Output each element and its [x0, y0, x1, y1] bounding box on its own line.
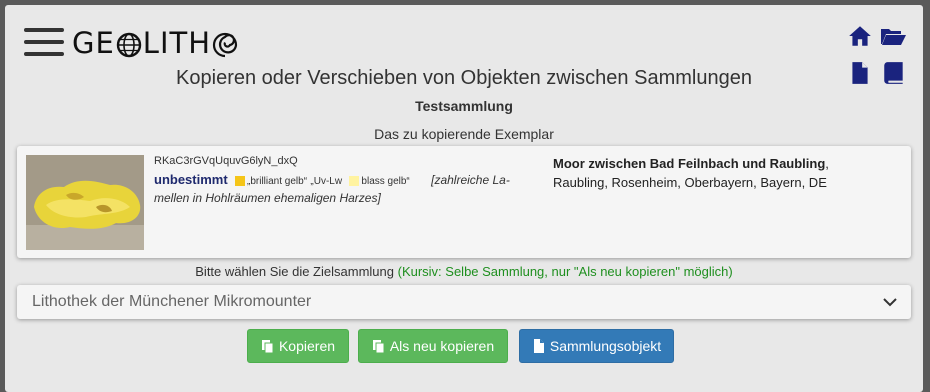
ammonite-icon [212, 30, 238, 58]
geolitho-logo[interactable]: GE LITH [72, 25, 239, 61]
color-label: blass gelb“ [361, 176, 410, 187]
specimen-id: RKaC3rGVqUquvG6lyN_dxQ [154, 155, 298, 167]
uv-label: „Uv-Lw [310, 176, 343, 187]
copy-icon [372, 339, 385, 353]
copy-icon [261, 339, 274, 353]
specimen-photo[interactable] [26, 155, 144, 250]
mineral-name[interactable]: unbestimmt [154, 172, 228, 187]
target-collection-hint: (Kursiv: Selbe Sammlung, nur "Als neu ko… [397, 264, 733, 279]
selected-collection: Lithothek der Münchener Mikromounter [32, 293, 312, 310]
target-collection-select[interactable]: Lithothek der Münchener Mikromounter [17, 285, 911, 319]
color-swatch-pale-yellow [349, 175, 360, 186]
folder-open-icon[interactable] [879, 23, 907, 49]
globe-icon [116, 30, 142, 58]
color-swatch-brilliant-yellow [235, 175, 246, 186]
specimen-details: unbestimmt „brilliant gelb“ „Uv-Lw blass… [154, 172, 534, 206]
copy-as-new-button[interactable]: Als neu kopieren [358, 329, 508, 363]
specimen-locality: Moor zwischen Bad Feilnbach und Raubling… [553, 156, 829, 190]
home-icon[interactable] [847, 23, 873, 49]
collection-object-button[interactable]: Sammlungsobjekt [519, 329, 674, 363]
locality-region: Raubling, Rosenheim, Oberbayern, Bayern,… [553, 175, 827, 190]
page-container: GE LITH Kopieren oder Verschieben von Ob… [5, 5, 923, 392]
document-icon [532, 339, 545, 353]
hamburger-menu-icon[interactable] [24, 28, 64, 58]
target-collection-label: Bitte wählen Sie die Zielsammlung (Kursi… [195, 264, 733, 279]
specimen-remark-continued: mellen in Hohlräumen ehemaligen Harzes] [154, 191, 381, 205]
page-title: Kopieren oder Verschieben von Objekten z… [176, 67, 752, 89]
chevron-down-icon [883, 295, 897, 309]
specimen-remark: [zahlreiche La- [431, 173, 510, 187]
locality-name[interactable]: Moor zwischen Bad Feilnbach und Raubling [553, 156, 825, 171]
collection-name: Testsammlung [415, 98, 513, 114]
specimen-card: RKaC3rGVqUquvG6lyN_dxQ unbestimmt „brill… [17, 146, 911, 258]
copy-button[interactable]: Kopieren [247, 329, 349, 363]
specimen-section-label: Das zu kopierende Exemplar [374, 126, 554, 142]
color-label: „brilliant gelb“ [247, 176, 308, 187]
